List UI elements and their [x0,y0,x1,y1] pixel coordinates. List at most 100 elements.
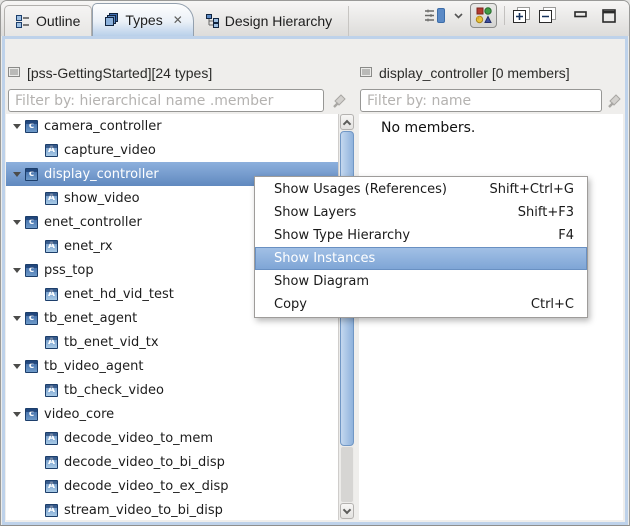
type-icon: A [45,431,58,445]
menu-item-label: Show Instances [274,251,376,266]
expand-arrow-icon[interactable] [9,363,25,369]
expand-arrow-icon[interactable] [29,148,45,153]
tree-row[interactable]: A capture_video [6,138,354,162]
type-icon: c [25,407,38,421]
type-icon: c [25,119,38,133]
context-menu-item[interactable]: Show Diagram [255,270,587,293]
tree-item-label: tb_enet_vid_tx [64,334,159,350]
context-menu-items: Show Usages (References) Shift+Ctrl+G Sh… [255,178,587,316]
tree-item-label: video_core [44,406,115,422]
context-menu-item[interactable]: Show Layers Shift+F3 [255,201,587,224]
expand-arrow-icon[interactable] [29,244,45,249]
maximize-button[interactable] [602,8,617,23]
left-clear-filter-icon[interactable] [331,92,349,109]
expand-arrow-icon[interactable] [9,315,25,321]
tab-outline[interactable]: Outline [4,5,93,36]
type-icon: A [45,455,58,469]
type-icon: c [25,167,38,181]
tree-item-label: tb_check_video [64,382,164,398]
expand-arrow-icon[interactable] [9,411,25,417]
type-icon: c [25,359,38,373]
minimize-button[interactable] [574,9,588,23]
expand-arrow-icon[interactable] [29,508,45,513]
type-icon: A [45,143,58,157]
expand-arrow-icon[interactable] [29,484,45,489]
tree-item-label: decode_video_to_bi_disp [64,454,225,470]
expand-arrow-icon[interactable] [9,123,25,129]
outline-icon [16,14,30,28]
tree-row[interactable]: A tb_enet_vid_tx [6,330,354,354]
tree-row[interactable]: c tb_video_agent [6,354,354,378]
right-filter-input[interactable] [360,89,602,112]
tree-row[interactable]: A decode_video_to_ex_disp [6,474,354,498]
menu-item-shortcut: F4 [558,228,574,243]
context-menu-item[interactable]: Show Type Hierarchy F4 [255,224,587,247]
tab-outline-label: Outline [36,13,81,29]
menu-item-shortcut: Shift+F3 [517,205,574,220]
type-icon: c [25,311,38,325]
context-menu-item[interactable]: Show Usages (References) Shift+Ctrl+G [255,178,587,201]
tab-types[interactable]: Types ✕ [92,3,194,36]
type-icon: A [45,287,58,301]
tabbar: Outline Types ✕ Design Hierarchy [1,1,629,36]
tree-row[interactable]: A stream_video_to_bi_disp [6,498,354,520]
tree-item-label: tb_enet_agent [44,310,138,326]
tree-row[interactable]: A decode_video_to_mem [6,426,354,450]
context-menu: Show Usages (References) Shift+Ctrl+G Sh… [254,176,588,318]
expand-arrow-icon[interactable] [29,436,45,441]
type-icon: A [45,239,58,253]
expand-arrow-icon[interactable] [29,196,45,201]
type-icon: c [25,215,38,229]
type-icon: A [45,479,58,493]
expand-arrow-icon[interactable] [9,171,25,177]
type-icon: A [45,335,58,349]
type-icon: A [45,191,58,205]
tab-design-hierarchy[interactable]: Design Hierarchy [194,6,350,36]
tree-item-label: pss_top [44,262,94,278]
expand-arrow-icon[interactable] [29,292,45,297]
expand-arrow-icon[interactable] [9,267,25,273]
tab-close-icon[interactable]: ✕ [173,13,183,27]
expand-arrow-icon[interactable] [29,340,45,345]
expand-arrow-icon[interactable] [29,388,45,393]
tree-item-label: enet_rx [64,238,113,254]
tree-item-label: camera_controller [44,118,162,134]
context-menu-item[interactable]: Copy Ctrl+C [255,293,587,316]
right-panel-title: display_controller [0 members] [379,65,570,81]
tree-row[interactable]: A tb_check_video [6,378,354,402]
scroll-up-button[interactable] [340,114,354,130]
filter-types-toggle[interactable] [470,3,497,28]
right-clear-filter-icon[interactable] [606,92,624,109]
menu-item-shortcut: Ctrl+C [530,297,574,312]
tree-item-label: display_controller [44,166,159,182]
type-icon: A [45,503,58,517]
tree-item-label: stream_video_to_bi_disp [64,502,223,518]
tree-item-label: enet_controller [44,214,142,230]
menu-item-label: Show Usages (References) [274,182,447,197]
menu-item-label: Copy [274,297,307,312]
members-list-icon [360,65,372,81]
menu-item-label: Show Diagram [274,274,370,289]
tree-row[interactable]: c camera_controller [6,114,354,138]
left-panel-header: [pss-GettingStarted][24 types] [8,64,212,82]
expand-arrow-icon[interactable] [29,460,45,465]
empty-members-message: No members. [381,120,476,136]
collapse-all-icon[interactable] [538,7,557,24]
types-view-window: Outline Types ✕ Design Hierarchy [pss-Ge… [0,0,630,526]
expand-all-icon[interactable] [512,7,531,24]
view-menu-icon[interactable] [425,7,447,24]
left-filter-input[interactable] [8,89,324,112]
type-icon: c [25,263,38,277]
view-menu-chevron-icon[interactable] [454,12,463,19]
tree-item-label: capture_video [64,142,156,158]
context-menu-item[interactable]: Show Instances [255,247,587,270]
tree-row[interactable]: c video_core [6,402,354,426]
menu-item-shortcut: Shift+Ctrl+G [489,182,574,197]
expand-arrow-icon[interactable] [9,219,25,225]
view-toolbar [425,3,629,28]
scrollbar-track[interactable] [341,447,353,502]
window-buttons [574,8,617,23]
scroll-down-button[interactable] [340,503,354,519]
tree-row[interactable]: A decode_video_to_bi_disp [6,450,354,474]
tree-item-label: tb_video_agent [44,358,144,374]
